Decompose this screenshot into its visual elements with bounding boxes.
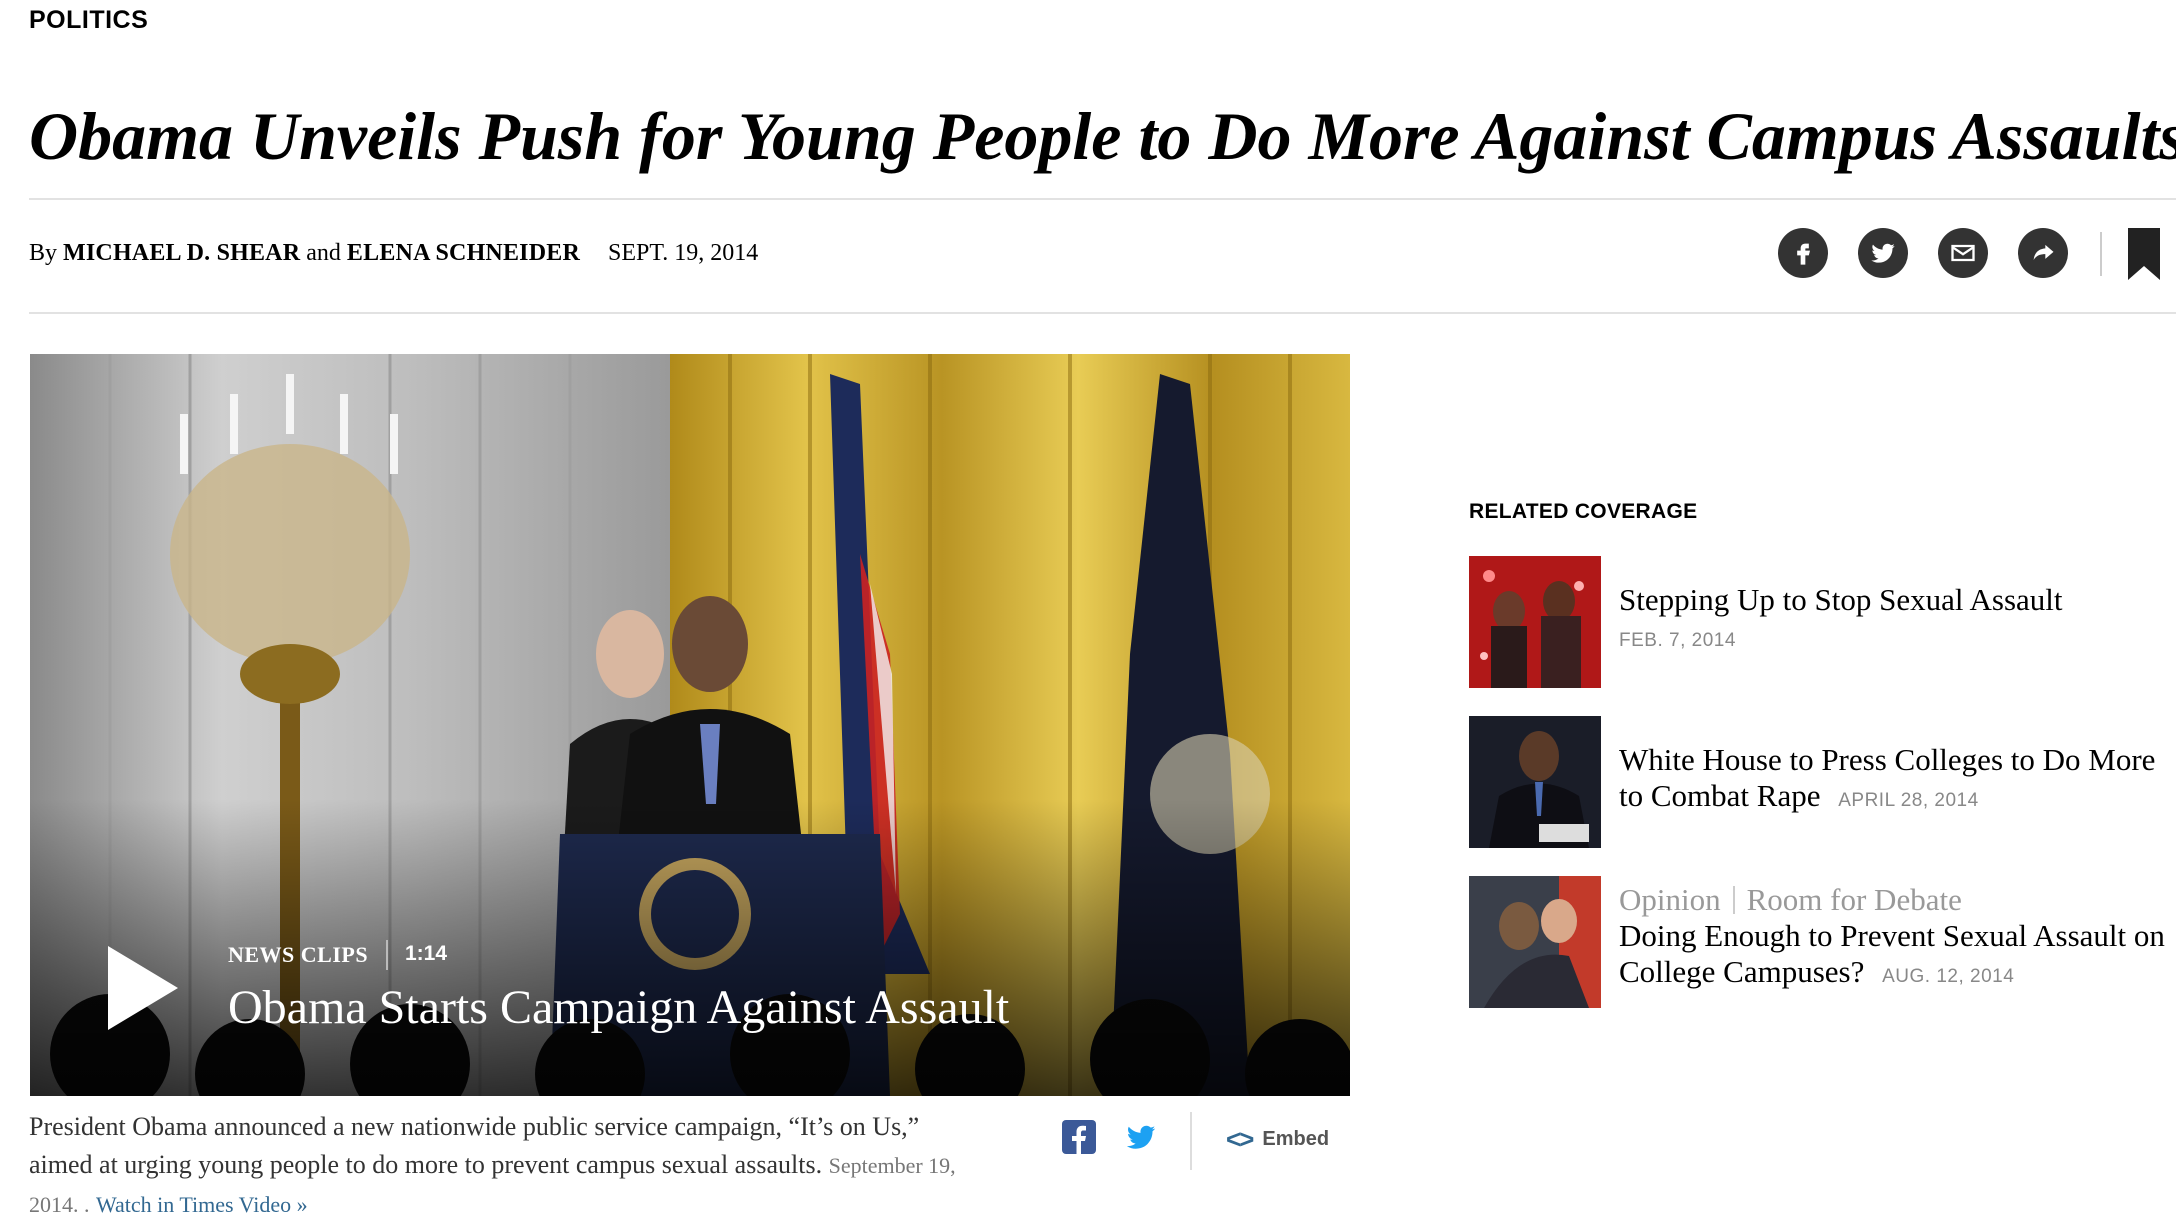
embed-label: Embed — [1262, 1128, 1330, 1150]
facebook-icon[interactable] — [1062, 1120, 1096, 1154]
email-icon — [1951, 244, 1975, 262]
play-icon[interactable] — [108, 946, 178, 1030]
divider — [29, 198, 2176, 200]
related-thumbnail[interactable] — [1469, 716, 1601, 848]
related-date: Feb. 7, 2014 — [1619, 630, 1736, 651]
twitter-icon — [1871, 243, 1895, 263]
divider — [2100, 232, 2102, 276]
author-link[interactable]: Elena Schneider — [347, 240, 580, 266]
related-date: Aug. 12, 2014 — [1882, 966, 2015, 987]
divider — [29, 312, 2176, 314]
twitter-icon[interactable] — [1124, 1120, 1158, 1154]
related-title[interactable]: Stepping Up to Stop Sexual Assault — [1619, 582, 2063, 617]
room-for-debate-kicker[interactable]: Room for Debate — [1747, 882, 1962, 917]
watch-in-times-video-link[interactable]: Watch in Times Video » — [96, 1192, 308, 1217]
video-caption: President Obama announced a new nationwi… — [29, 1112, 956, 1217]
byline: By Michael D. Shear and Elena Schneider … — [29, 240, 759, 266]
related-item-3[interactable]: Opinion Room for Debate Doing Enough to P… — [1619, 882, 2176, 995]
facebook-icon — [1797, 243, 1810, 265]
video-title[interactable]: Obama Starts Campaign Against Assault — [228, 980, 1009, 1035]
bookmark-icon[interactable] — [2128, 228, 2160, 280]
divider — [386, 940, 388, 970]
related-item-1[interactable]: Stepping Up to Stop Sexual Assault Feb. … — [1619, 582, 2149, 659]
video-kicker: NEWS CLIPS — [228, 942, 369, 967]
related-thumbnail[interactable] — [1469, 876, 1601, 1008]
embed-button[interactable]: <> Embed — [1226, 1124, 1329, 1155]
facebook-share-button[interactable] — [1778, 228, 1828, 278]
share-arrow-icon — [2033, 244, 2054, 260]
publish-date: Sept. 19, 2014 — [607, 240, 759, 266]
related-date: April 28, 2014 — [1838, 790, 1979, 811]
article-headline: Obama Unveils Push for Young People to D… — [29, 98, 2176, 174]
author-link[interactable]: Michael D. Shear — [63, 240, 300, 266]
code-icon: <> — [1226, 1124, 1254, 1154]
section-label[interactable]: POLITICS — [29, 6, 148, 35]
more-share-button[interactable] — [2018, 228, 2068, 278]
opinion-kicker[interactable]: Opinion — [1619, 882, 1721, 917]
divider — [1190, 1112, 1192, 1170]
twitter-share-button[interactable] — [1858, 228, 1908, 278]
related-thumbnail[interactable] — [1469, 556, 1601, 688]
related-item-2[interactable]: White House to Press Colleges to Do More… — [1619, 742, 2176, 819]
divider — [1732, 886, 1735, 914]
related-coverage-heading: RELATED COVERAGE — [1469, 500, 1698, 523]
video-duration: 1:14 — [405, 942, 448, 965]
email-share-button[interactable] — [1938, 228, 1988, 278]
